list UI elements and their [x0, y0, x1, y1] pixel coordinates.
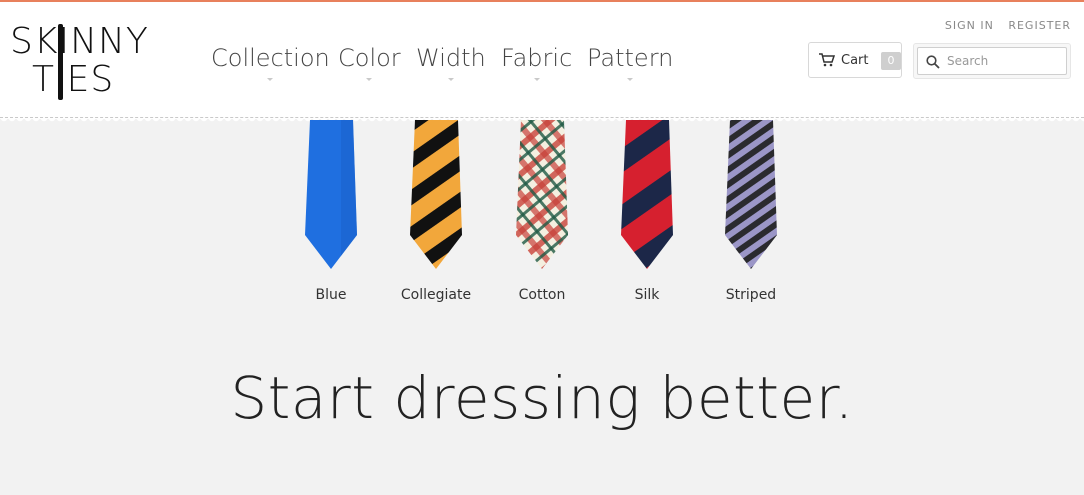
- logo-text-line2: TIES: [32, 59, 115, 100]
- nav-item-color[interactable]: Color: [338, 44, 401, 81]
- chevron-down-icon: [447, 78, 454, 81]
- skinny-ties-logo[interactable]: SKINNY TIES: [10, 22, 148, 100]
- logo-tie-glyph: [58, 24, 63, 100]
- tie-label-silk[interactable]: Silk: [587, 287, 707, 303]
- chevron-down-icon: [533, 78, 540, 81]
- tie-striped-image[interactable]: [721, 120, 781, 270]
- nav-item-collection[interactable]: Collection: [211, 44, 330, 81]
- nav-item-label: Width: [416, 44, 486, 72]
- search-input[interactable]: [917, 47, 1067, 75]
- logo-text-line1: SKINNY: [10, 21, 149, 62]
- nav-item-label: Pattern: [587, 44, 674, 72]
- tie-label-blue[interactable]: Blue: [271, 287, 391, 303]
- tie-label-collegiate[interactable]: Collegiate: [376, 287, 496, 303]
- register-link[interactable]: REGISTER: [1008, 19, 1071, 32]
- search-box: [913, 43, 1071, 79]
- tie-label-striped[interactable]: Striped: [691, 287, 811, 303]
- chevron-down-icon: [627, 78, 634, 81]
- sign-in-link[interactable]: SIGN IN: [945, 19, 994, 32]
- tie-blue-image[interactable]: [301, 120, 361, 270]
- tie-label-cotton[interactable]: Cotton: [482, 287, 602, 303]
- tie-silk-image[interactable]: [617, 120, 677, 270]
- cart-button[interactable]: Cart 0: [808, 42, 902, 78]
- chevron-down-icon: [366, 78, 373, 81]
- nav-item-width[interactable]: Width: [416, 44, 486, 81]
- chevron-down-icon: [267, 78, 274, 81]
- nav-item-label: Fabric: [501, 44, 573, 72]
- cart-label: Cart: [841, 53, 869, 68]
- nav-item-fabric[interactable]: Fabric: [501, 44, 573, 81]
- nav-item-label: Color: [338, 44, 401, 72]
- cart-count-badge: 0: [881, 52, 901, 70]
- tie-category-list: Blue Collegiate Cotton Silk Striped: [0, 120, 1084, 310]
- nav-item-pattern[interactable]: Pattern: [587, 44, 674, 81]
- tie-cotton-image[interactable]: [512, 120, 572, 270]
- site-header: SKINNY TIES Collection Color Width Fabri…: [0, 2, 1084, 119]
- cart-icon: [819, 53, 835, 67]
- nav-item-label: Collection: [211, 44, 330, 72]
- hero-headline: Start dressing better.: [230, 364, 854, 432]
- account-links: SIGN IN REGISTER: [935, 19, 1071, 32]
- tie-collegiate-image[interactable]: [406, 120, 466, 270]
